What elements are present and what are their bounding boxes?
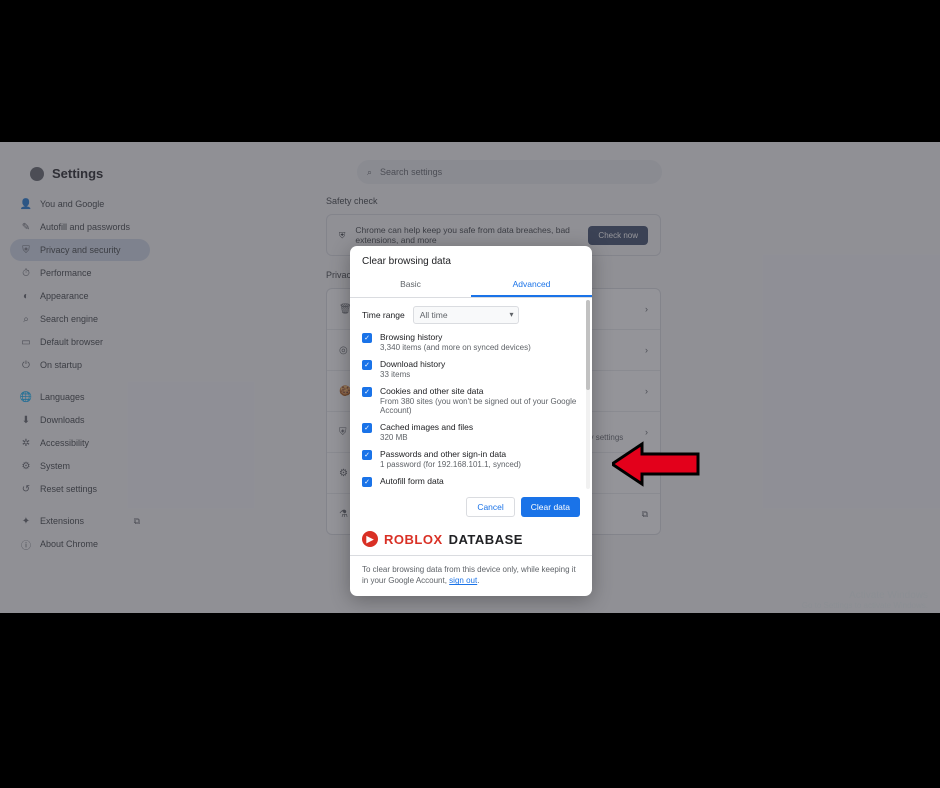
tab-basic[interactable]: Basic — [350, 273, 471, 297]
chrome-icon — [30, 167, 44, 181]
sidebar: 👤You and Google ✎Autofill and passwords … — [10, 192, 150, 556]
chevron-right-icon: › — [645, 304, 648, 314]
person-icon: 👤 — [20, 198, 32, 210]
check-download-history[interactable]: ✓Download history33 items — [362, 359, 580, 379]
sidebar-item-on-startup[interactable]: ⏻On startup — [10, 354, 150, 376]
watermark-brand: ROBLOX — [384, 532, 443, 547]
lab-icon: ⚗ — [339, 509, 348, 520]
shield-icon: ⛨ — [339, 230, 345, 241]
dialog-body: Time range All time ✓Browsing history3,3… — [350, 298, 592, 491]
info-icon: ⓘ — [20, 538, 32, 550]
time-range-select[interactable]: All time — [413, 306, 519, 324]
access-icon: ✲ — [20, 437, 32, 449]
sidebar-item-privacy[interactable]: ⛨Privacy and security — [10, 239, 150, 261]
guide-icon: ◎ — [339, 345, 348, 356]
sign-out-link[interactable]: sign out — [449, 576, 477, 585]
paint-icon: ◐ — [20, 290, 32, 302]
shield-icon: ⛨ — [20, 244, 32, 256]
time-range-row: Time range All time — [362, 306, 580, 324]
chevron-right-icon: › — [645, 386, 648, 396]
power-icon: ⏻ — [20, 359, 32, 371]
chevron-right-icon: › — [645, 345, 648, 355]
page-title-text: Settings — [52, 166, 103, 181]
time-range-label: Time range — [362, 310, 405, 320]
check-passwords[interactable]: ✓Passwords and other sign-in data1 passw… — [362, 449, 580, 469]
download-icon: ⬇ — [20, 414, 32, 426]
checkbox-icon[interactable]: ✓ — [362, 450, 372, 460]
clear-data-button[interactable]: Clear data — [521, 497, 580, 517]
clear-browsing-data-dialog: Clear browsing data Basic Advanced Time … — [350, 246, 592, 596]
tab-advanced[interactable]: Advanced — [471, 273, 592, 297]
search-icon: ⌕ — [367, 167, 372, 178]
watermark: ▶ ROBLOX DATABASE — [350, 527, 592, 555]
check-autofill[interactable]: ✓Autofill form data — [362, 476, 580, 487]
page-heading: Settings — [30, 166, 103, 181]
cancel-button[interactable]: Cancel — [466, 497, 514, 517]
win-line1: Activate Windows — [802, 590, 928, 601]
check-cached[interactable]: ✓Cached images and files320 MB — [362, 422, 580, 442]
check-cookies[interactable]: ✓Cookies and other site dataFrom 380 sit… — [362, 386, 580, 415]
security-icon: ⛨ — [339, 427, 347, 438]
sidebar-item-system[interactable]: ⚙System — [10, 455, 150, 477]
external-icon: ⧉ — [134, 516, 140, 527]
scrollbar-thumb[interactable] — [586, 300, 590, 390]
reset-icon: ↺ — [20, 483, 32, 495]
puzzle-icon: ✦ — [20, 515, 32, 527]
chevron-right-icon: › — [645, 427, 648, 437]
sidebar-item-languages[interactable]: 🌐Languages — [10, 386, 150, 408]
checkbox-icon[interactable]: ✓ — [362, 387, 372, 397]
sidebar-item-about[interactable]: ⓘAbout Chrome — [10, 533, 150, 555]
sidebar-item-extensions[interactable]: ✦Extensions⧉ — [10, 510, 150, 532]
autofill-icon: ✎ — [20, 221, 32, 233]
sidebar-item-default-browser[interactable]: ▭Default browser — [10, 331, 150, 353]
sidebar-item-search-engine[interactable]: ⌕Search engine — [10, 308, 150, 330]
check-browsing-history[interactable]: ✓Browsing history3,340 items (and more o… — [362, 332, 580, 352]
dialog-tabs: Basic Advanced — [350, 273, 592, 298]
annotation-arrow — [612, 440, 702, 488]
checkbox-icon[interactable]: ✓ — [362, 477, 372, 487]
safety-check-heading: Safety check — [326, 196, 661, 206]
check-now-button[interactable]: Check now — [588, 226, 648, 245]
sidebar-item-you-and-google[interactable]: 👤You and Google — [10, 193, 150, 215]
speed-icon: ⏱ — [20, 267, 32, 279]
search-engine-icon: ⌕ — [20, 313, 32, 325]
globe-icon: 🌐 — [20, 391, 32, 403]
sidebar-item-performance[interactable]: ⏱Performance — [10, 262, 150, 284]
window-icon: ▭ — [20, 336, 32, 348]
sidebar-item-appearance[interactable]: ◐Appearance — [10, 285, 150, 307]
search-placeholder: Search settings — [380, 167, 442, 177]
tune-icon: ⚙ — [339, 468, 348, 479]
sidebar-item-downloads[interactable]: ⬇Downloads — [10, 409, 150, 431]
sidebar-item-accessibility[interactable]: ✲Accessibility — [10, 432, 150, 454]
windows-watermark: Activate Windows Go to Settings to activ… — [802, 590, 928, 610]
sidebar-item-autofill[interactable]: ✎Autofill and passwords — [10, 216, 150, 238]
checkbox-icon[interactable]: ✓ — [362, 423, 372, 433]
checkbox-icon[interactable]: ✓ — [362, 333, 372, 343]
external-icon: ⧉ — [642, 509, 648, 520]
watermark-icon: ▶ — [362, 531, 378, 547]
search-input[interactable]: ⌕ Search settings — [357, 160, 662, 184]
dialog-actions: Cancel Clear data — [350, 491, 592, 527]
win-line2: Go to Settings to activate Windows. — [802, 601, 928, 610]
dialog-footer: To clear browsing data from this device … — [350, 555, 592, 596]
sidebar-item-reset[interactable]: ↺Reset settings — [10, 478, 150, 500]
safety-text: Chrome can help keep you safe from data … — [355, 225, 578, 245]
checkbox-icon[interactable]: ✓ — [362, 360, 372, 370]
dialog-title: Clear browsing data — [350, 246, 592, 273]
gear-icon: ⚙ — [20, 460, 32, 472]
watermark-rest: DATABASE — [449, 532, 523, 547]
